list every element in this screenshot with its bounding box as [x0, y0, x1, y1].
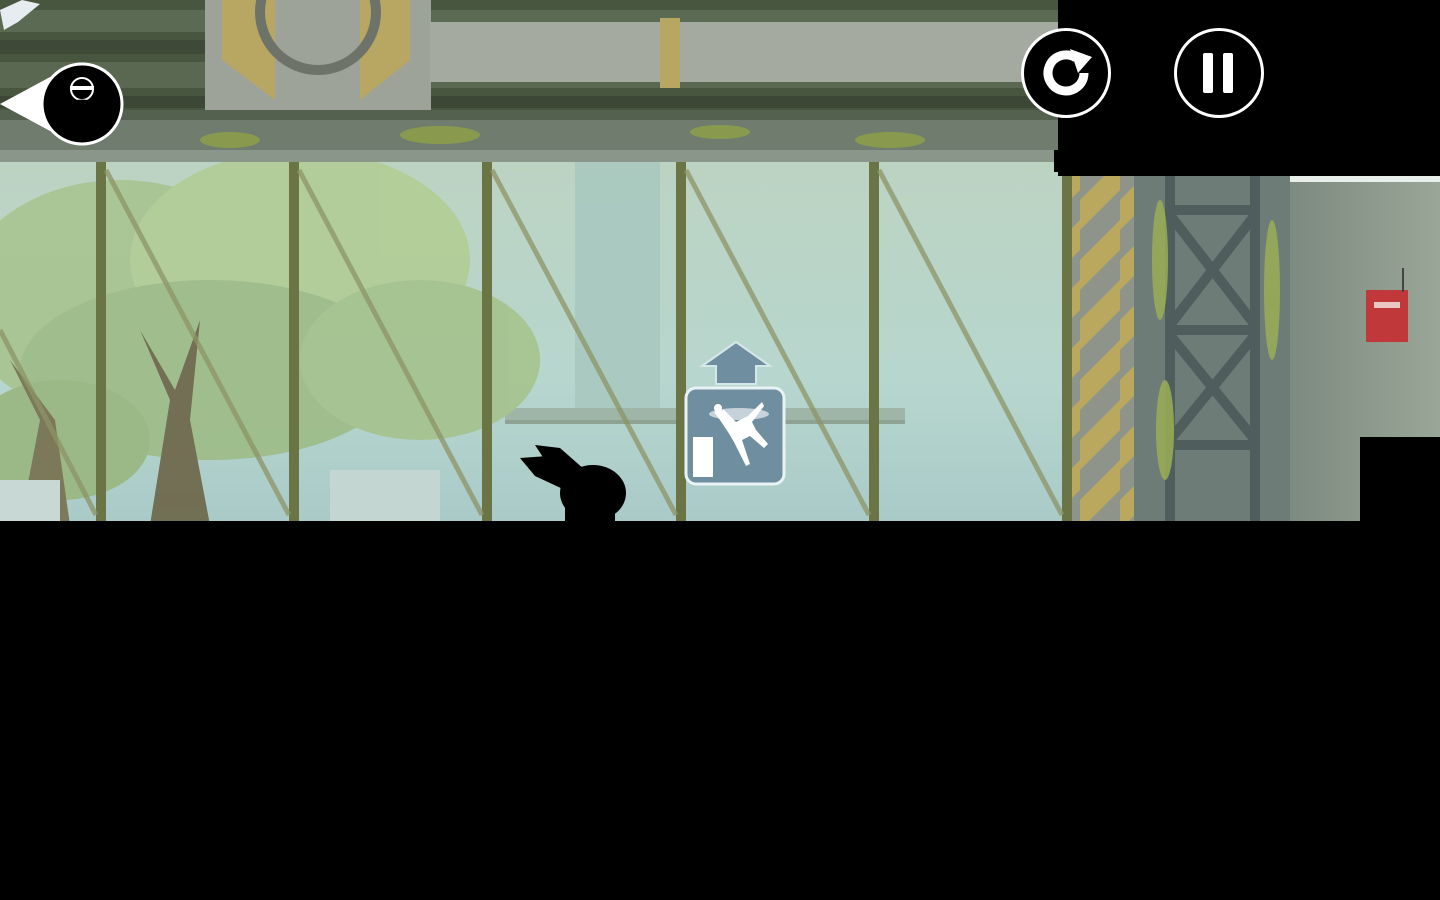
flip-trick-icon — [684, 386, 786, 486]
crate-silhouette — [1360, 437, 1440, 525]
swipe-up-arrow-icon — [698, 340, 774, 385]
ground-silhouette — [0, 521, 1440, 900]
distant-tower — [575, 160, 660, 420]
hazard-pillar — [1072, 175, 1134, 525]
restart-icon — [1043, 49, 1092, 96]
pause-icon — [1203, 53, 1233, 93]
back-button[interactable] — [0, 62, 126, 148]
restart-button[interactable] — [1021, 28, 1111, 118]
trick-prompt — [684, 340, 788, 488]
pause-button[interactable] — [1174, 28, 1264, 118]
